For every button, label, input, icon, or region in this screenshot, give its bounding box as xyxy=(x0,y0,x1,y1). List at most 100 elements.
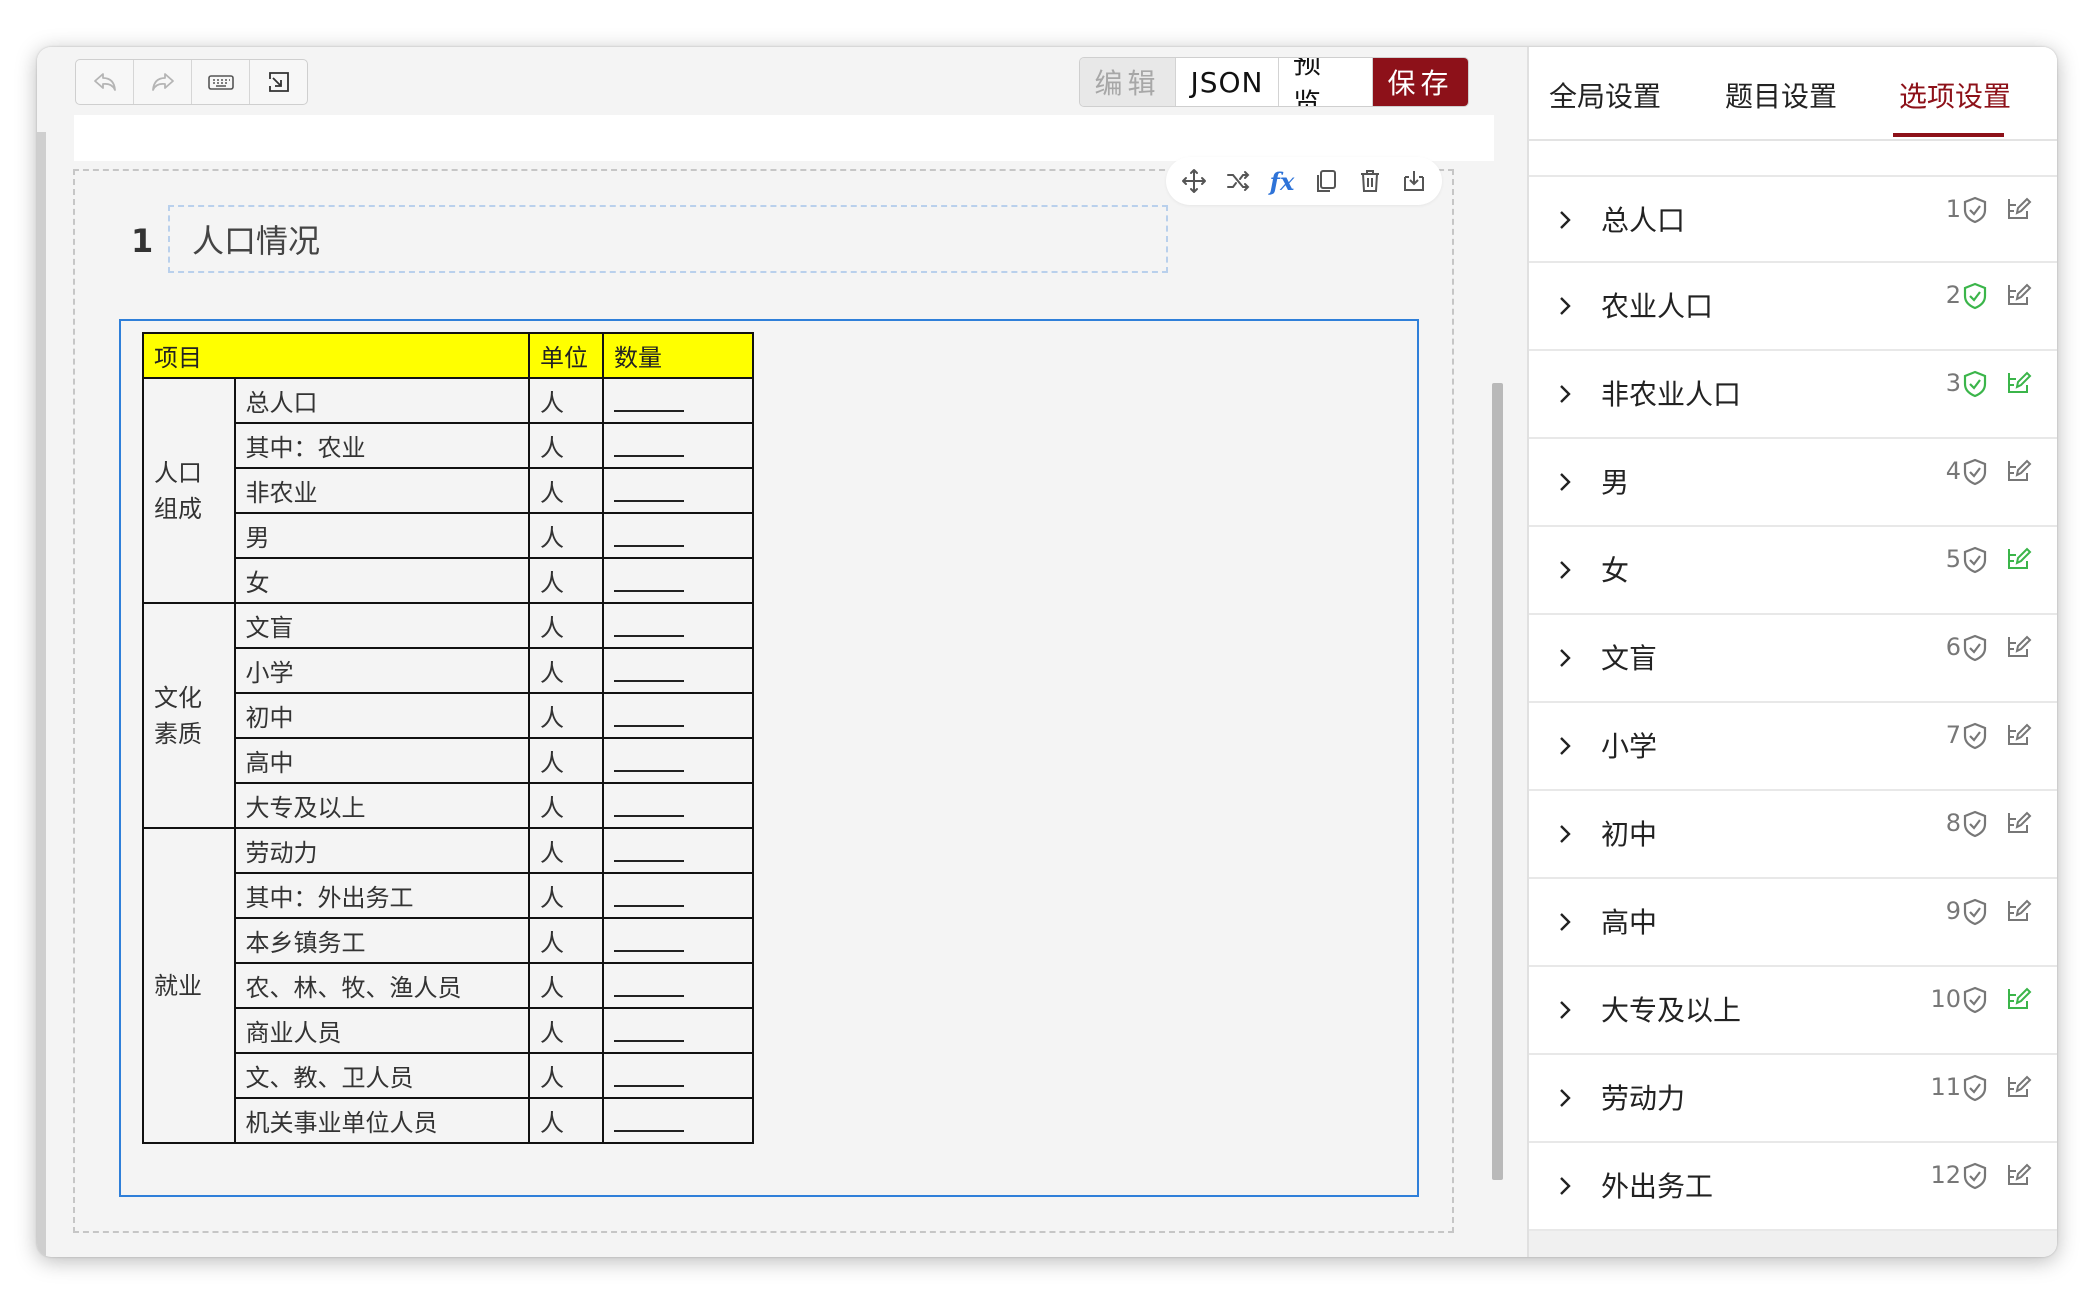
shield-check-icon[interactable] xyxy=(1961,1161,1989,1191)
option-item[interactable]: 小学 7 xyxy=(1529,703,2057,791)
preview-mode-button[interactable]: 预览 xyxy=(1279,58,1373,106)
option-item[interactable]: 劳动力 11 xyxy=(1529,1055,2057,1143)
option-item[interactable]: 初中 8 xyxy=(1529,791,2057,879)
chevron-right-icon[interactable] xyxy=(1555,1085,1575,1111)
shuffle-button[interactable] xyxy=(1220,163,1256,199)
chevron-right-icon[interactable] xyxy=(1555,909,1575,935)
tab-question-settings[interactable]: 题目设置 xyxy=(1725,75,1837,115)
quantity-blank-input[interactable] xyxy=(614,1059,684,1087)
quantity-cell[interactable] xyxy=(602,647,754,694)
shield-check-icon[interactable] xyxy=(1961,721,1989,751)
quantity-cell[interactable] xyxy=(602,1052,754,1099)
edit-rule-icon[interactable] xyxy=(2004,983,2032,1013)
quantity-cell[interactable] xyxy=(602,512,754,559)
chevron-right-icon[interactable] xyxy=(1555,469,1575,495)
quantity-cell[interactable] xyxy=(602,1007,754,1054)
copy-button[interactable] xyxy=(1308,163,1344,199)
undo-button[interactable] xyxy=(76,60,134,104)
quantity-cell[interactable] xyxy=(602,827,754,874)
edit-rule-icon[interactable] xyxy=(2004,631,2032,661)
quantity-cell[interactable] xyxy=(602,737,754,784)
shield-check-icon[interactable] xyxy=(1961,809,1989,839)
quantity-cell[interactable] xyxy=(602,692,754,739)
quantity-cell[interactable] xyxy=(602,962,754,1009)
chevron-right-icon[interactable] xyxy=(1555,557,1575,583)
quantity-cell[interactable] xyxy=(602,872,754,919)
quantity-blank-input[interactable] xyxy=(614,519,684,547)
edit-rule-icon[interactable] xyxy=(2004,279,2032,309)
quantity-blank-input[interactable] xyxy=(614,429,684,457)
shield-check-icon[interactable] xyxy=(1961,369,1989,399)
quantity-blank-input[interactable] xyxy=(614,564,684,592)
quantity-blank-input[interactable] xyxy=(614,384,684,412)
option-item[interactable]: 女5 xyxy=(1529,527,2057,615)
export-button[interactable] xyxy=(250,60,307,104)
quantity-blank-input[interactable] xyxy=(614,789,684,817)
shield-check-icon[interactable] xyxy=(1961,633,1989,663)
edit-rule-icon[interactable] xyxy=(2004,193,2032,223)
question-title-input[interactable]: 人口情况 xyxy=(168,205,1168,273)
delete-button[interactable] xyxy=(1352,163,1388,199)
json-mode-button[interactable]: JSON xyxy=(1176,58,1279,106)
tab-option-settings[interactable]: 选项设置 xyxy=(1899,75,2011,115)
shield-check-icon[interactable] xyxy=(1961,457,1989,487)
quantity-blank-input[interactable] xyxy=(614,609,684,637)
shield-check-icon[interactable] xyxy=(1961,281,1989,311)
option-item[interactable]: 高中 9 xyxy=(1529,879,2057,967)
formula-button[interactable]: fx xyxy=(1264,163,1300,199)
option-item[interactable]: 农业人口 2 xyxy=(1529,263,2057,351)
chevron-right-icon[interactable] xyxy=(1555,645,1575,671)
edit-rule-icon[interactable] xyxy=(2004,807,2032,837)
quantity-cell[interactable] xyxy=(602,917,754,964)
chevron-right-icon[interactable] xyxy=(1555,821,1575,847)
shield-check-icon[interactable] xyxy=(1961,1073,1989,1103)
quantity-blank-input[interactable] xyxy=(614,924,684,952)
chevron-right-icon[interactable] xyxy=(1555,381,1575,407)
shield-check-icon[interactable] xyxy=(1961,195,1989,225)
edit-rule-icon[interactable] xyxy=(2004,719,2032,749)
edit-rule-icon[interactable] xyxy=(2004,1159,2032,1189)
quantity-cell[interactable] xyxy=(602,557,754,604)
keyboard-button[interactable] xyxy=(192,60,250,104)
quantity-cell[interactable] xyxy=(602,377,754,424)
chevron-right-icon[interactable] xyxy=(1555,1173,1575,1199)
shield-check-icon[interactable] xyxy=(1961,545,1989,575)
chevron-right-icon[interactable] xyxy=(1555,293,1575,319)
chevron-right-icon[interactable] xyxy=(1555,207,1575,233)
quantity-blank-input[interactable] xyxy=(614,474,684,502)
option-item[interactable]: 大专及以上 10 xyxy=(1529,967,2057,1055)
chevron-right-icon[interactable] xyxy=(1555,997,1575,1023)
redo-button[interactable] xyxy=(134,60,192,104)
quantity-blank-input[interactable] xyxy=(614,699,684,727)
quantity-blank-input[interactable] xyxy=(614,969,684,997)
option-item[interactable]: 外出务工 12 xyxy=(1529,1143,2057,1231)
quantity-cell[interactable] xyxy=(602,782,754,829)
edit-rule-icon[interactable] xyxy=(2004,895,2032,925)
quantity-cell[interactable] xyxy=(602,602,754,649)
edit-rule-icon[interactable] xyxy=(2004,455,2032,485)
quantity-blank-input[interactable] xyxy=(614,834,684,862)
save-to-bank-button[interactable] xyxy=(1396,163,1432,199)
save-button[interactable]: 保存 xyxy=(1373,58,1468,106)
option-item[interactable]: 男4 xyxy=(1529,439,2057,527)
option-item[interactable]: 非农业人口 3 xyxy=(1529,351,2057,439)
edit-rule-icon[interactable] xyxy=(2004,543,2032,573)
quantity-cell[interactable] xyxy=(602,1097,754,1144)
quantity-cell[interactable] xyxy=(602,422,754,469)
edit-rule-icon[interactable] xyxy=(2004,1071,2032,1101)
option-item[interactable]: 总人口 1 xyxy=(1529,175,2057,263)
quantity-blank-input[interactable] xyxy=(614,1014,684,1042)
shield-check-icon[interactable] xyxy=(1961,897,1989,927)
quantity-blank-input[interactable] xyxy=(614,1104,684,1132)
canvas-scrollbar[interactable] xyxy=(1492,383,1503,1180)
chevron-right-icon[interactable] xyxy=(1555,733,1575,759)
quantity-blank-input[interactable] xyxy=(614,744,684,772)
quantity-blank-input[interactable] xyxy=(614,879,684,907)
quantity-blank-input[interactable] xyxy=(614,654,684,682)
shield-check-icon[interactable] xyxy=(1961,985,1989,1015)
quantity-cell[interactable] xyxy=(602,467,754,514)
option-item[interactable]: 文盲 6 xyxy=(1529,615,2057,703)
edit-mode-button[interactable]: 编辑 xyxy=(1080,58,1176,106)
edit-rule-icon[interactable] xyxy=(2004,367,2032,397)
tab-global-settings[interactable]: 全局设置 xyxy=(1549,75,1661,115)
